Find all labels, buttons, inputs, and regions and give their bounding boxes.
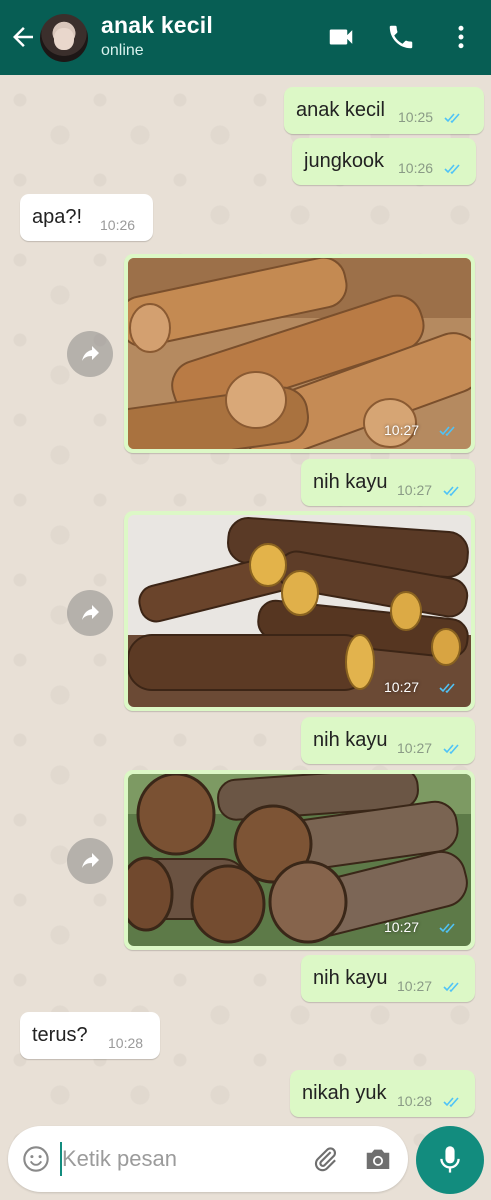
message-image[interactable] (128, 515, 471, 707)
message-text: anak kecil (296, 99, 385, 121)
read-receipt-icon (439, 923, 455, 934)
message-time: 10:28 (397, 1093, 433, 1109)
contact-name[interactable]: anak kecil (101, 12, 213, 39)
forward-button[interactable] (67, 838, 113, 884)
chat-header: anak kecil online (0, 0, 491, 75)
read-receipt-icon (439, 426, 455, 437)
message-time: 10:28 (108, 1035, 144, 1051)
message-bubble-incoming[interactable]: terus? 10:28 (20, 1012, 160, 1059)
message-time: 10:27 (384, 422, 420, 438)
message-time: 10:27 (397, 978, 433, 994)
message-time: 10:26 (100, 217, 136, 233)
message-time: 10:27 (397, 740, 433, 756)
message-text: jungkook (304, 150, 385, 172)
message-time: 10:27 (384, 679, 420, 695)
read-receipt-icon (443, 982, 459, 993)
more-menu-icon[interactable] (446, 22, 476, 52)
attach-icon[interactable] (310, 1144, 340, 1174)
image-message-outgoing[interactable]: 10:27 (124, 770, 475, 950)
message-time: 10:25 (398, 109, 434, 125)
message-time: 10:27 (384, 919, 420, 935)
message-input[interactable]: Ketik pesan (62, 1146, 177, 1172)
message-image[interactable] (128, 258, 471, 449)
message-text: nih kayu (313, 729, 388, 751)
video-call-icon[interactable] (326, 22, 356, 52)
read-receipt-icon (443, 744, 459, 755)
image-message-outgoing[interactable]: 10:27 (124, 511, 475, 711)
message-bubble-outgoing[interactable]: nih kayu 10:27 (301, 955, 475, 1002)
message-bubble-outgoing[interactable]: nih kayu 10:27 (301, 717, 475, 764)
emoji-icon[interactable] (22, 1145, 50, 1173)
read-receipt-icon (443, 486, 459, 497)
message-bubble-outgoing[interactable]: jungkook 10:26 (292, 138, 476, 185)
message-bubble-incoming[interactable]: apa?! 10:26 (20, 194, 153, 241)
avatar[interactable] (40, 14, 88, 62)
contact-status: online (101, 42, 144, 59)
forward-icon (82, 605, 99, 620)
message-text: apa?! (32, 206, 83, 228)
forward-icon (82, 346, 99, 361)
forward-button[interactable] (67, 590, 113, 636)
message-text: nikah yuk (302, 1082, 387, 1104)
message-text: nih kayu (313, 967, 388, 989)
mic-button[interactable] (416, 1126, 484, 1194)
read-receipt-icon (439, 683, 455, 694)
forward-icon (82, 853, 99, 868)
message-time: 10:27 (397, 482, 433, 498)
message-image[interactable] (128, 774, 471, 946)
mic-icon (440, 1146, 460, 1173)
forward-button[interactable] (67, 331, 113, 377)
message-composer[interactable]: Ketik pesan (8, 1126, 408, 1192)
back-arrow-icon[interactable] (8, 22, 38, 52)
camera-icon[interactable] (363, 1145, 393, 1173)
read-receipt-icon (444, 164, 460, 175)
image-message-outgoing[interactable]: 10:27 (124, 254, 475, 453)
read-receipt-icon (444, 113, 460, 124)
message-text: terus? (32, 1024, 88, 1046)
phone-icon[interactable] (386, 22, 416, 52)
message-list[interactable]: anak kecil 10:25 jungkook 10:26 apa?! 10… (0, 75, 491, 1125)
message-bubble-outgoing[interactable]: anak kecil 10:25 (284, 87, 484, 134)
message-bubble-outgoing[interactable]: nikah yuk 10:28 (290, 1070, 475, 1117)
message-bubble-outgoing[interactable]: nih kayu 10:27 (301, 459, 475, 506)
message-text: nih kayu (313, 471, 388, 493)
message-time: 10:26 (398, 160, 434, 176)
read-receipt-icon (443, 1097, 459, 1108)
